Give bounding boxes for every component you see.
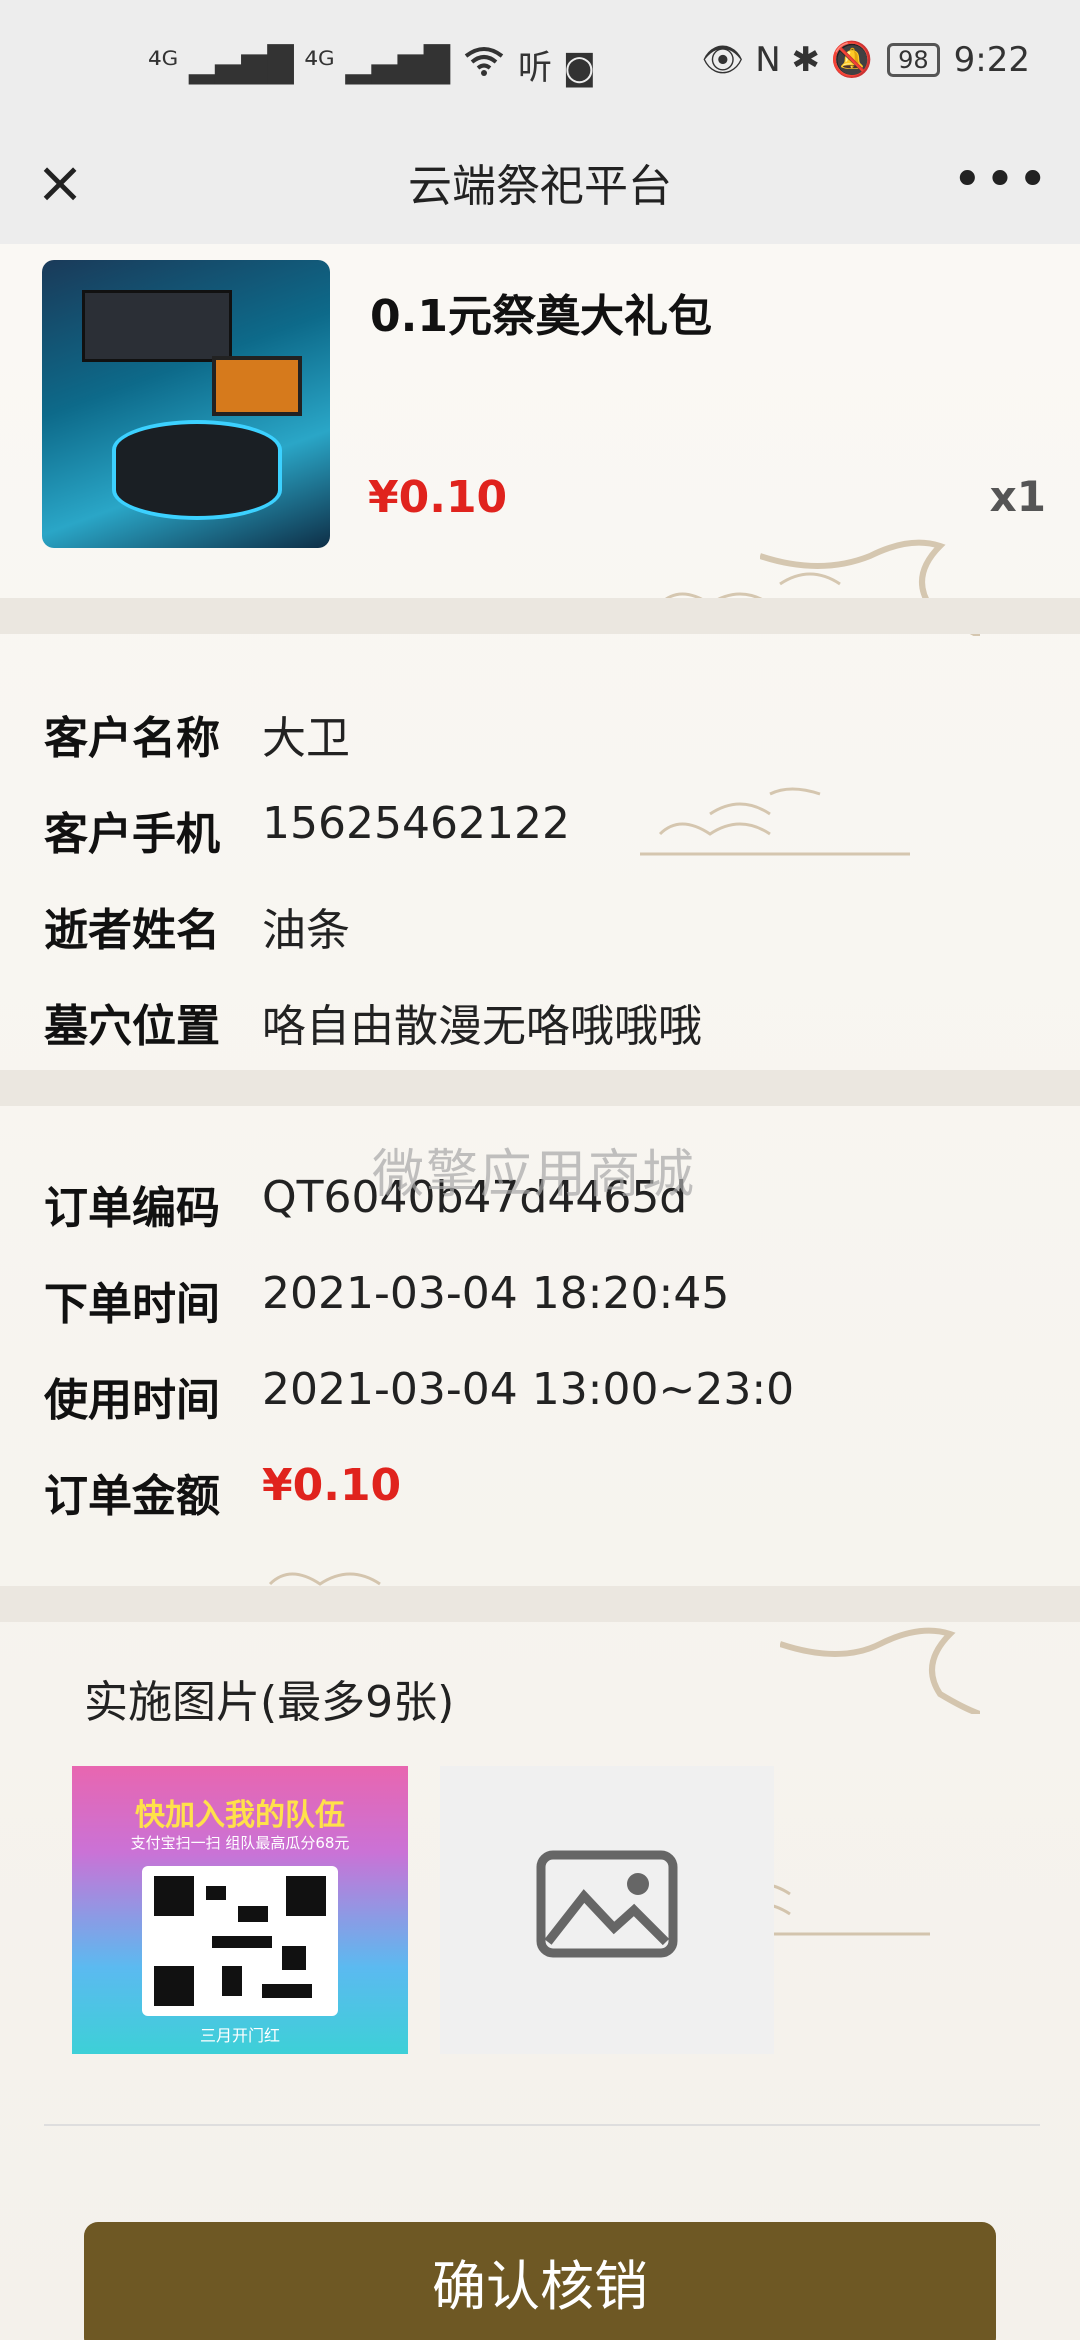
order-amount-row: 订单金额 ¥0.10 [44, 1460, 401, 1524]
crane-decoration-icon [780, 1627, 980, 1714]
qr-code-icon [142, 1866, 338, 2016]
thumbnail-footer: 三月开门红 [199, 2026, 280, 2045]
status-bar: ⁴ᴳ ▂▄▆█ ⁴ᴳ ▂▄▆█ 听 ◙ 👁 N ✱ 🔕 98 9:22 [0, 0, 1080, 132]
customer-name-value: 大卫 [262, 713, 350, 764]
tomb-location-value: 咯自由散漫无咯哦哦哦 [262, 1001, 702, 1052]
section-divider [0, 1070, 1080, 1106]
confirm-verify-button[interactable]: 确认核销 [84, 2222, 996, 2340]
customer-name-label: 客户名称 [44, 713, 220, 764]
order-time-row: 下单时间 2021-03-04 18:20:45 [44, 1268, 729, 1332]
deceased-name-label: 逝者姓名 [44, 905, 220, 956]
use-time-row: 使用时间 2021-03-04 13:00~23:0 [44, 1364, 794, 1428]
section-divider [0, 598, 1080, 634]
product-quantity: x1 [989, 472, 1046, 521]
section-divider [0, 1586, 1080, 1622]
use-time-value: 2021-03-04 13:00~23:0 [262, 1364, 795, 1415]
more-icon[interactable]: ••• [952, 150, 1050, 210]
wifi-icon [464, 45, 504, 85]
thumbnail-headline: 快加入我的队伍 [135, 1798, 345, 1833]
customer-name-row: 客户名称 大卫 [44, 702, 350, 766]
image-placeholder-icon [536, 1850, 678, 1958]
product-image-screen [82, 290, 232, 362]
footer-divider [44, 2124, 1040, 2126]
order-amount-value: ¥0.10 [262, 1460, 402, 1511]
customer-phone-row: 客户手机 15625462122 [44, 798, 570, 862]
status-bar-right: 👁 N ✱ 🔕 98 9:22 [701, 40, 1030, 80]
deceased-name-row: 逝者姓名 油条 [44, 894, 350, 958]
product-image-panel [212, 356, 302, 416]
nav-bar: × 云端祭祀平台 ••• [0, 132, 1080, 244]
product-image [42, 260, 330, 548]
uploaded-photo-thumbnail[interactable]: 快加入我的队伍 支付宝扫一扫 组队最高瓜分68元 三月开门红 [72, 1766, 408, 2054]
product-price: ¥0.10 [368, 472, 508, 523]
status-bar-left: ⁴ᴳ ▂▄▆█ ⁴ᴳ ▂▄▆█ 听 ◙ [148, 40, 596, 89]
thumbnail-subtext: 支付宝扫一扫 组队最高瓜分68元 [130, 1834, 350, 1852]
add-photo-button[interactable] [440, 1766, 774, 2054]
customer-phone-value: 15625462122 [262, 798, 570, 849]
order-code-label: 订单编码 [44, 1183, 220, 1234]
page-title: 云端祭祀平台 [408, 161, 672, 212]
photos-section-title: 实施图片(最多9张) [84, 1677, 455, 1728]
use-time-label: 使用时间 [44, 1375, 220, 1426]
battery-level: 98 [898, 46, 929, 74]
product-name: 0.1元祭奠大礼包 [370, 291, 712, 342]
order-amount-label: 订单金额 [44, 1471, 220, 1522]
battery-icon: 98 [887, 43, 940, 77]
clock: 9:22 [953, 40, 1030, 80]
order-time-label: 下单时间 [44, 1279, 220, 1330]
customer-phone-label: 客户手机 [44, 809, 220, 860]
tomb-location-row: 墓穴位置 咯自由散漫无咯哦哦哦 [44, 990, 702, 1054]
deceased-name-value: 油条 [262, 905, 350, 956]
product-card[interactable]: 0.1元祭奠大礼包 ¥0.10 x1 [0, 244, 1080, 594]
order-time-value: 2021-03-04 18:20:45 [262, 1268, 730, 1319]
extra-status-icons: 听 ◙ [518, 48, 596, 88]
system-icons: 👁 N ✱ 🔕 [701, 40, 874, 80]
product-image-stage [112, 420, 282, 520]
signal-icon: ⁴ᴳ ▂▄▆█ ⁴ᴳ ▂▄▆█ [148, 44, 451, 85]
tomb-location-label: 墓穴位置 [44, 1001, 220, 1052]
watermark: 微擎应用商城 [372, 1145, 697, 1205]
cloud-decoration-icon [640, 787, 910, 856]
